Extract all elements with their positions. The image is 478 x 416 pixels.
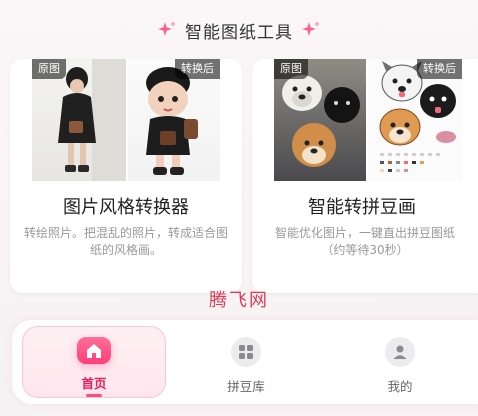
converted-tag: 转换后	[175, 59, 220, 79]
tab-profile[interactable]: 我的	[330, 326, 470, 398]
active-indicator	[86, 394, 102, 397]
sparkle-icon	[157, 20, 177, 40]
tab-label: 首页	[81, 376, 107, 392]
home-icon	[77, 337, 111, 365]
style-converter-card[interactable]: 原图 转换后 图片风格转换器 转绘照片。把混乱的照片，转成适合图纸的风格画。	[10, 59, 242, 293]
grid-icon	[231, 337, 261, 367]
section-title: 智能图纸工具	[185, 22, 293, 43]
section-header: 智能图纸工具	[0, 14, 478, 46]
sparkle-icon	[301, 20, 321, 40]
tab-home[interactable]: 首页	[22, 326, 166, 398]
tab-label: 我的	[387, 379, 413, 394]
original-tag: 原图	[32, 59, 66, 79]
converted-tag: 转换后	[417, 59, 462, 79]
bottom-tab-bar: 首页 拼豆库 我的	[12, 320, 478, 404]
watermark-text: 腾飞网	[209, 290, 269, 311]
card-description: 转绘照片。把混乱的照片，转成适合图纸的风格画。	[24, 226, 229, 257]
card-title: 图片风格转换器	[63, 197, 189, 218]
user-icon	[385, 337, 415, 367]
original-tag: 原图	[274, 59, 308, 79]
card-description: 智能优化图片，一键直出拼豆图纸（约等待30秒）	[274, 226, 455, 257]
card-title: 智能转拼豆画	[308, 197, 416, 218]
tab-bead-library[interactable]: 拼豆库	[176, 326, 316, 398]
bead-converter-card[interactable]: 原图 转换后 智能转拼豆画 智能优化图片，一键直出拼豆图纸（约等待30秒）	[252, 59, 478, 293]
tab-label: 拼豆库	[227, 379, 265, 394]
